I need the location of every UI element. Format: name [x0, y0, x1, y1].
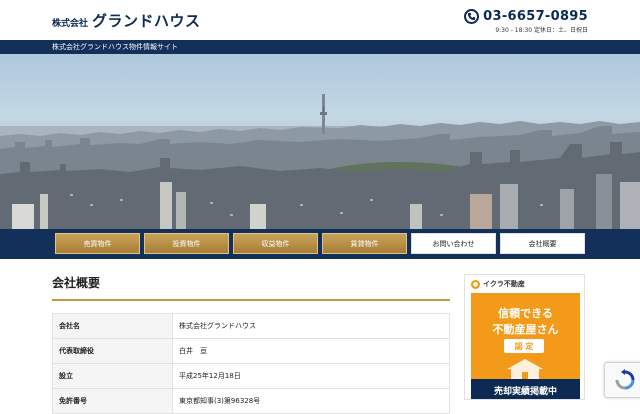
- row-value: 平成25年12月18日: [172, 363, 450, 389]
- table-row: 免許番号 東京都知事(3)第96328号: [52, 388, 450, 414]
- site-header: 株式会社 グランドハウス 03-6657-0895 9:30 - 18:30 定…: [0, 0, 640, 40]
- row-value: 白井 亘: [172, 338, 450, 364]
- banner-brand: ● イクラ不動産: [471, 279, 525, 289]
- nav-company-profile[interactable]: 会社概要: [500, 233, 585, 254]
- banner-headline-2: 不動産屋さん: [492, 323, 559, 336]
- banner-body: 信頼できる 不動産屋さん 認 定 売却実績掲載中: [471, 293, 580, 399]
- table-row: 代表取締役 白井 亘: [52, 338, 450, 364]
- table-row: 会社名 株式会社グランドハウス: [52, 313, 450, 339]
- title-divider: [52, 299, 450, 301]
- row-key: 設立: [52, 363, 173, 389]
- ikura-logo-icon: ●: [471, 279, 480, 289]
- row-value: 東京都知事(3)第96328号: [172, 388, 450, 414]
- global-nav: 売買物件 投資物件 収益物件 賃貸物件 お問い合わせ 会社概要: [0, 229, 640, 259]
- row-key: 免許番号: [52, 388, 173, 414]
- tagline-text: 株式会社グランドハウス物件情報サイト: [52, 43, 178, 51]
- banner-headline-1: 信頼できる: [498, 307, 553, 320]
- table-row: 設立 平成25年12月18日: [52, 363, 450, 389]
- page-title: 会社概要: [52, 276, 101, 290]
- row-key: 代表取締役: [52, 338, 173, 364]
- recaptcha-badge[interactable]: [604, 362, 640, 398]
- business-hours: 9:30 - 18:30 定休日：土、日祝日: [495, 27, 588, 34]
- banner-cta: 売却実績掲載中: [471, 379, 580, 399]
- phone-contact[interactable]: 03-6657-0895: [464, 9, 588, 24]
- logo-name: グランドハウス: [92, 12, 201, 30]
- banner-brand-text: イクラ不動産: [483, 280, 525, 288]
- hero-cityscape-image: [0, 54, 640, 229]
- certified-badge: 認 定: [504, 339, 544, 353]
- nav-contact[interactable]: お問い合わせ: [411, 233, 496, 254]
- row-key: 会社名: [52, 313, 173, 339]
- site-logo[interactable]: 株式会社 グランドハウス: [52, 10, 201, 31]
- cityscape-illustration: [0, 94, 640, 229]
- phone-icon: [464, 9, 480, 24]
- nav-income-properties[interactable]: 収益物件: [233, 233, 318, 254]
- ikura-certification-banner[interactable]: ● イクラ不動産 信頼できる 不動産屋さん 認 定 売却実績掲載中: [464, 274, 585, 400]
- tagline-bar: 株式会社グランドハウス物件情報サイト: [0, 40, 640, 54]
- nav-investment-properties[interactable]: 投資物件: [144, 233, 229, 254]
- nav-sale-properties[interactable]: 売買物件: [55, 233, 140, 254]
- recaptcha-icon: [615, 369, 635, 390]
- house-icon: [507, 359, 543, 379]
- nav-rental-properties[interactable]: 賃貸物件: [322, 233, 407, 254]
- logo-prefix: 株式会社: [52, 19, 89, 29]
- company-info-table: 会社名 株式会社グランドハウス 代表取締役 白井 亘 設立 平成25年12月18…: [52, 313, 450, 414]
- row-value: 株式会社グランドハウス: [172, 313, 450, 339]
- phone-number: 03-6657-0895: [483, 9, 588, 24]
